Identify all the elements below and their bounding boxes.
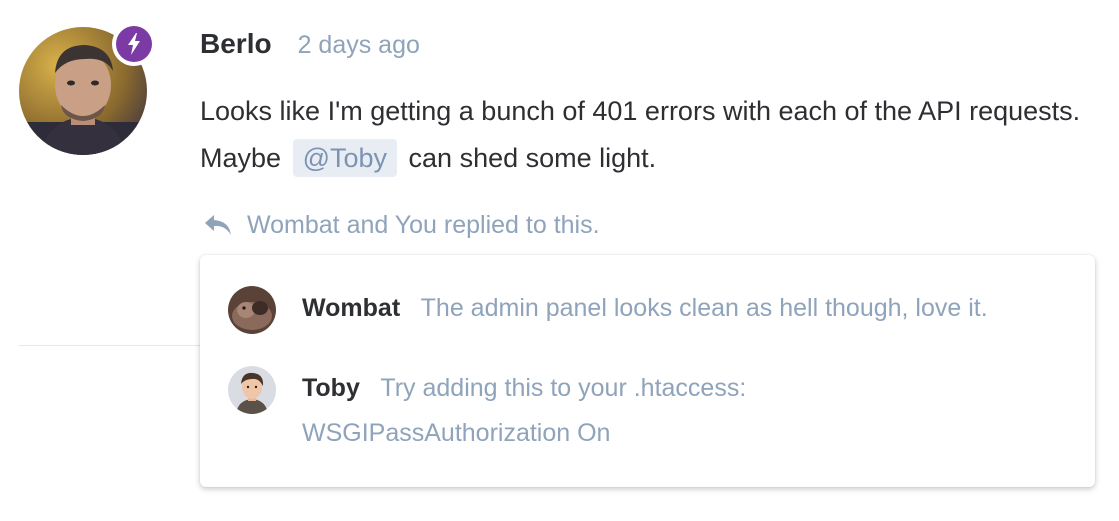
reply-author-avatar[interactable] bbox=[228, 286, 276, 334]
divider bbox=[19, 345, 200, 346]
post-body-text-end: can shed some light. bbox=[408, 143, 657, 173]
post-header: Berlo 2 days ago bbox=[200, 28, 420, 68]
reply-author-name[interactable]: Toby bbox=[302, 374, 360, 402]
replies-summary-text: Wombat and You replied to this. bbox=[247, 210, 600, 239]
reply-content: Toby Try adding this to your .htaccess: … bbox=[302, 366, 746, 456]
replies-toggle[interactable]: Wombat and You replied to this. bbox=[203, 206, 600, 244]
reply-item: Toby Try adding this to your .htaccess: … bbox=[228, 366, 1068, 456]
reply-item: Wombat The admin panel looks clean as he… bbox=[228, 286, 1068, 334]
reply-text: Try adding this to your .htaccess: bbox=[380, 374, 747, 402]
replies-card: Wombat The admin panel looks clean as he… bbox=[200, 255, 1095, 487]
badge-circle bbox=[116, 26, 152, 62]
comment-thread: Berlo 2 days ago Looks like I'm getting … bbox=[0, 0, 1119, 521]
badge bbox=[112, 22, 156, 66]
lightning-bolt-icon bbox=[128, 33, 140, 55]
post-body: Looks like I'm getting a bunch of 401 er… bbox=[200, 88, 1100, 182]
reply-text: The admin panel looks clean as hell thou… bbox=[420, 294, 988, 322]
mention-link[interactable]: @Toby bbox=[292, 139, 398, 177]
post-timestamp[interactable]: 2 days ago bbox=[298, 31, 420, 60]
reply-content: Wombat The admin panel looks clean as he… bbox=[302, 286, 988, 331]
reply-author-name[interactable]: Wombat bbox=[302, 294, 400, 322]
reply-code-text: WSGIPassAuthorization On bbox=[302, 419, 611, 447]
reply-arrow-icon bbox=[205, 215, 231, 235]
reply-author-avatar[interactable] bbox=[228, 366, 276, 414]
post-author-name[interactable]: Berlo bbox=[200, 28, 272, 60]
